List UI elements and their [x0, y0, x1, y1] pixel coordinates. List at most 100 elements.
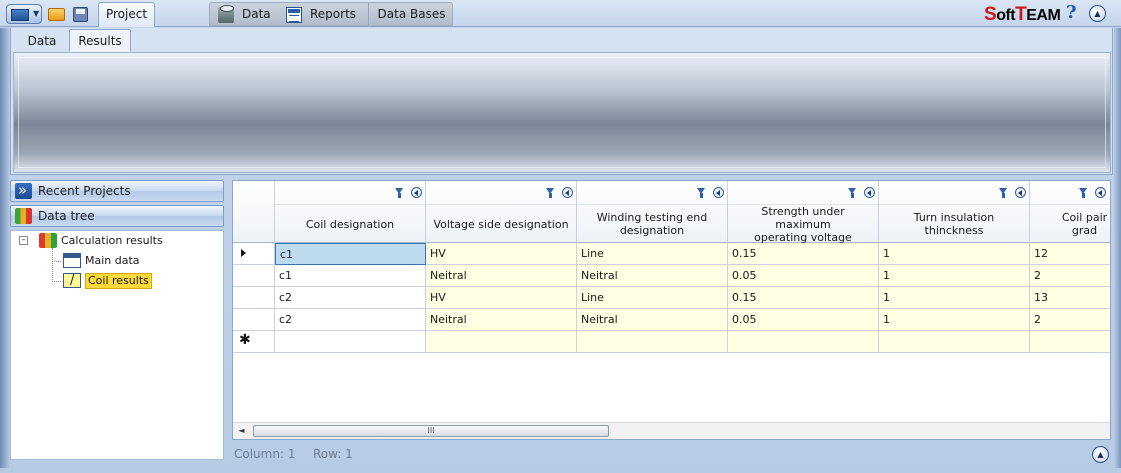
- row-header[interactable]: [233, 309, 275, 331]
- row-header[interactable]: [233, 265, 275, 287]
- table-cell[interactable]: 0.15: [728, 243, 879, 265]
- scroll-thumb[interactable]: III: [253, 425, 609, 437]
- status-row: Row: 1: [313, 447, 353, 461]
- table-cell[interactable]: [1030, 331, 1110, 353]
- ribbon: Data Results: [10, 28, 1113, 175]
- table-cell[interactable]: 1: [879, 243, 1030, 265]
- column-header-label: Strength under maximum operating voltage: [754, 204, 852, 244]
- column-header[interactable]: Coil pair grad: [1030, 181, 1110, 243]
- active-cell[interactable]: c1: [275, 243, 426, 265]
- table-cell[interactable]: [879, 331, 1030, 353]
- tree-connector: [52, 281, 61, 282]
- data-tree-header[interactable]: Data tree: [10, 205, 224, 227]
- tab-reports-label: Reports: [310, 7, 357, 21]
- recent-projects-label: Recent Projects: [38, 184, 131, 198]
- table-row[interactable]: c1 HV Line 0.15 1 12: [233, 243, 1110, 265]
- tree-node-label: Calculation results: [61, 234, 163, 247]
- tab-project[interactable]: Project: [98, 2, 155, 27]
- filter-icon[interactable]: [546, 188, 555, 198]
- table-cell[interactable]: 1: [879, 287, 1030, 309]
- column-header[interactable]: Winding testing end designation: [577, 181, 728, 243]
- app-menu-button[interactable]: ▼: [6, 4, 42, 24]
- table-cell[interactable]: [728, 331, 879, 353]
- ribbon-tab-results[interactable]: Results: [69, 29, 131, 52]
- table-cell[interactable]: Line: [577, 243, 728, 265]
- table-row[interactable]: c2 Neitral Neitral 0.05 1 2: [233, 309, 1110, 331]
- table-cell[interactable]: Neitral: [577, 265, 728, 287]
- grid-header: Coil designation Voltage side designation…: [233, 181, 1110, 244]
- tab-data[interactable]: Data: [218, 3, 282, 25]
- sort-icon[interactable]: [562, 187, 573, 198]
- table-cell[interactable]: 0.15: [728, 287, 879, 309]
- horizontal-scrollbar[interactable]: ◄ III: [233, 422, 1110, 439]
- row-header[interactable]: ✱: [233, 331, 275, 353]
- table-cell[interactable]: 1: [879, 265, 1030, 287]
- table-cell[interactable]: 2: [1030, 265, 1110, 287]
- table-cell[interactable]: Neitral: [426, 309, 577, 331]
- sort-icon[interactable]: [864, 187, 875, 198]
- table-cell[interactable]: Neitral: [577, 309, 728, 331]
- table-cell[interactable]: HV: [426, 243, 577, 265]
- table-cell[interactable]: [426, 331, 577, 353]
- sort-icon[interactable]: [1015, 187, 1026, 198]
- collapse-up-icon: ▲: [1094, 9, 1101, 18]
- column-header[interactable]: Coil designation: [275, 181, 426, 243]
- table-cell[interactable]: 2: [1030, 309, 1110, 331]
- save-button[interactable]: [70, 4, 92, 24]
- collapse-ribbon-button[interactable]: ▲: [1089, 5, 1106, 22]
- table-cell[interactable]: c2: [275, 309, 426, 331]
- sort-icon[interactable]: [1095, 187, 1106, 198]
- row-header[interactable]: [233, 243, 275, 265]
- column-header[interactable]: Strength under maximum operating voltage: [728, 181, 879, 244]
- results-grid: Coil designation Voltage side designation…: [232, 180, 1111, 440]
- reports-icon: [286, 6, 302, 23]
- table-row[interactable]: c2 HV Line 0.15 1 13: [233, 287, 1110, 309]
- table-cell[interactable]: 0.05: [728, 265, 879, 287]
- table-cell[interactable]: 13: [1030, 287, 1110, 309]
- table-cell[interactable]: Line: [577, 287, 728, 309]
- filter-icon[interactable]: [1079, 188, 1088, 198]
- column-filter-row: [728, 181, 878, 205]
- scroll-left-icon[interactable]: ◄: [233, 423, 250, 439]
- filter-icon[interactable]: [848, 188, 857, 198]
- row-header[interactable]: [233, 287, 275, 309]
- recent-projects-header[interactable]: Recent Projects: [10, 180, 224, 202]
- tab-reports[interactable]: Reports: [286, 3, 368, 25]
- table-cell[interactable]: Neitral: [426, 265, 577, 287]
- table-cell[interactable]: c2: [275, 287, 426, 309]
- sort-icon[interactable]: [713, 187, 724, 198]
- filter-icon[interactable]: [999, 188, 1008, 198]
- main-tab-group: Data Reports Data Bases: [209, 2, 453, 26]
- open-button[interactable]: [46, 4, 68, 24]
- column-header[interactable]: Turn insulation thinckness: [879, 181, 1030, 243]
- tree-collapse-icon[interactable]: –: [19, 236, 28, 245]
- tree-node-calculation-results[interactable]: – Calculation results: [19, 232, 163, 250]
- table-cell[interactable]: 0.05: [728, 309, 879, 331]
- filter-icon[interactable]: [395, 188, 404, 198]
- new-row[interactable]: ✱: [233, 331, 1110, 353]
- collapse-panel-button[interactable]: ▲: [1092, 446, 1109, 463]
- column-header[interactable]: Voltage side designation: [426, 181, 577, 243]
- table-cell[interactable]: 12: [1030, 243, 1110, 265]
- tab-databases[interactable]: Data Bases: [368, 3, 454, 25]
- column-filter-row: [275, 181, 425, 205]
- data-tree: – Calculation results Main data Coil res…: [10, 230, 224, 460]
- table-row[interactable]: c1 Neitral Neitral 0.05 1 2: [233, 265, 1110, 287]
- save-icon: [73, 7, 88, 22]
- sort-icon[interactable]: [411, 187, 422, 198]
- tree-node-coil-results[interactable]: Coil results: [61, 272, 152, 290]
- data-tree-label: Data tree: [38, 209, 95, 223]
- table-cell[interactable]: c1: [275, 265, 426, 287]
- table-cell[interactable]: HV: [426, 287, 577, 309]
- ribbon-tab-data[interactable]: Data: [17, 29, 67, 52]
- table-cell[interactable]: [577, 331, 728, 353]
- column-filter-row: [1030, 181, 1110, 205]
- table-cell[interactable]: [275, 331, 426, 353]
- grid-corner: [233, 181, 275, 243]
- help-icon[interactable]: ?: [1066, 2, 1077, 23]
- window-left-edge: [0, 28, 10, 468]
- table-cell[interactable]: 1: [879, 309, 1030, 331]
- tree-node-main-data[interactable]: Main data: [61, 252, 140, 270]
- filter-icon[interactable]: [697, 188, 706, 198]
- tree-connector: [52, 248, 53, 282]
